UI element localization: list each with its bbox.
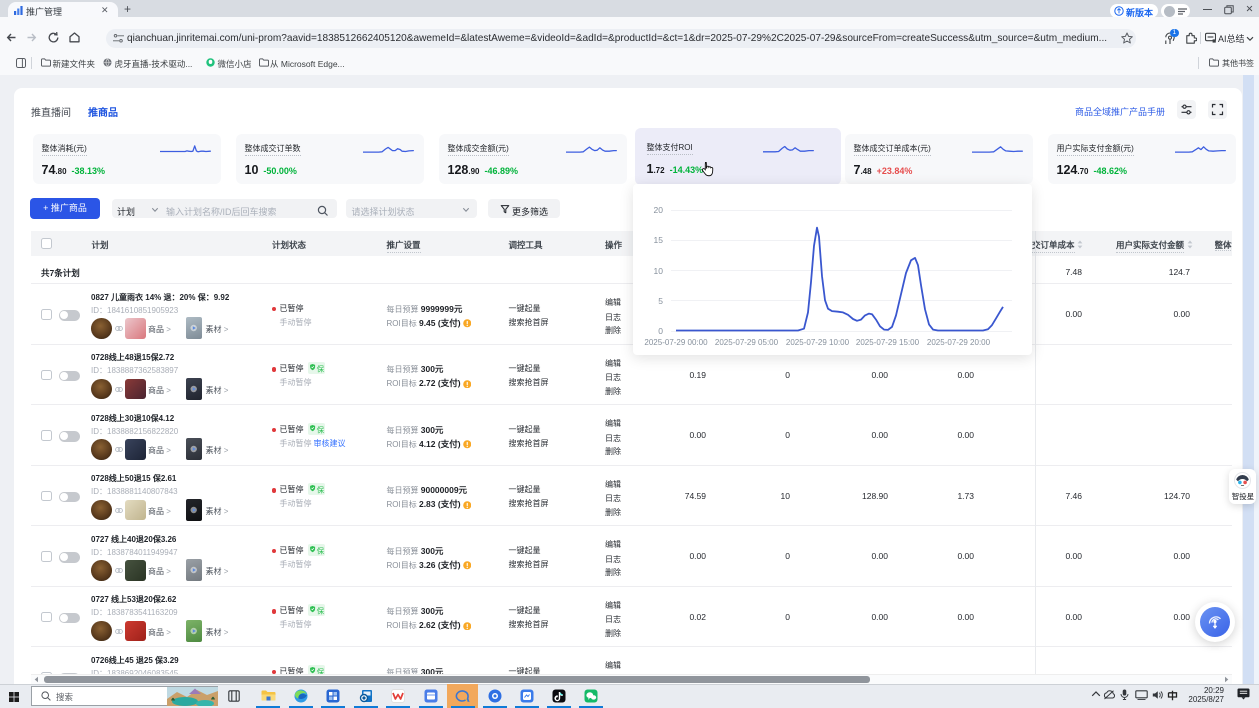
svg-text:保: 保 [316, 485, 324, 494]
svg-text:保: 保 [316, 606, 324, 615]
svg-text:保: 保 [316, 546, 324, 555]
svg-text:保: 保 [316, 425, 324, 434]
svg-text:保: 保 [316, 364, 324, 373]
